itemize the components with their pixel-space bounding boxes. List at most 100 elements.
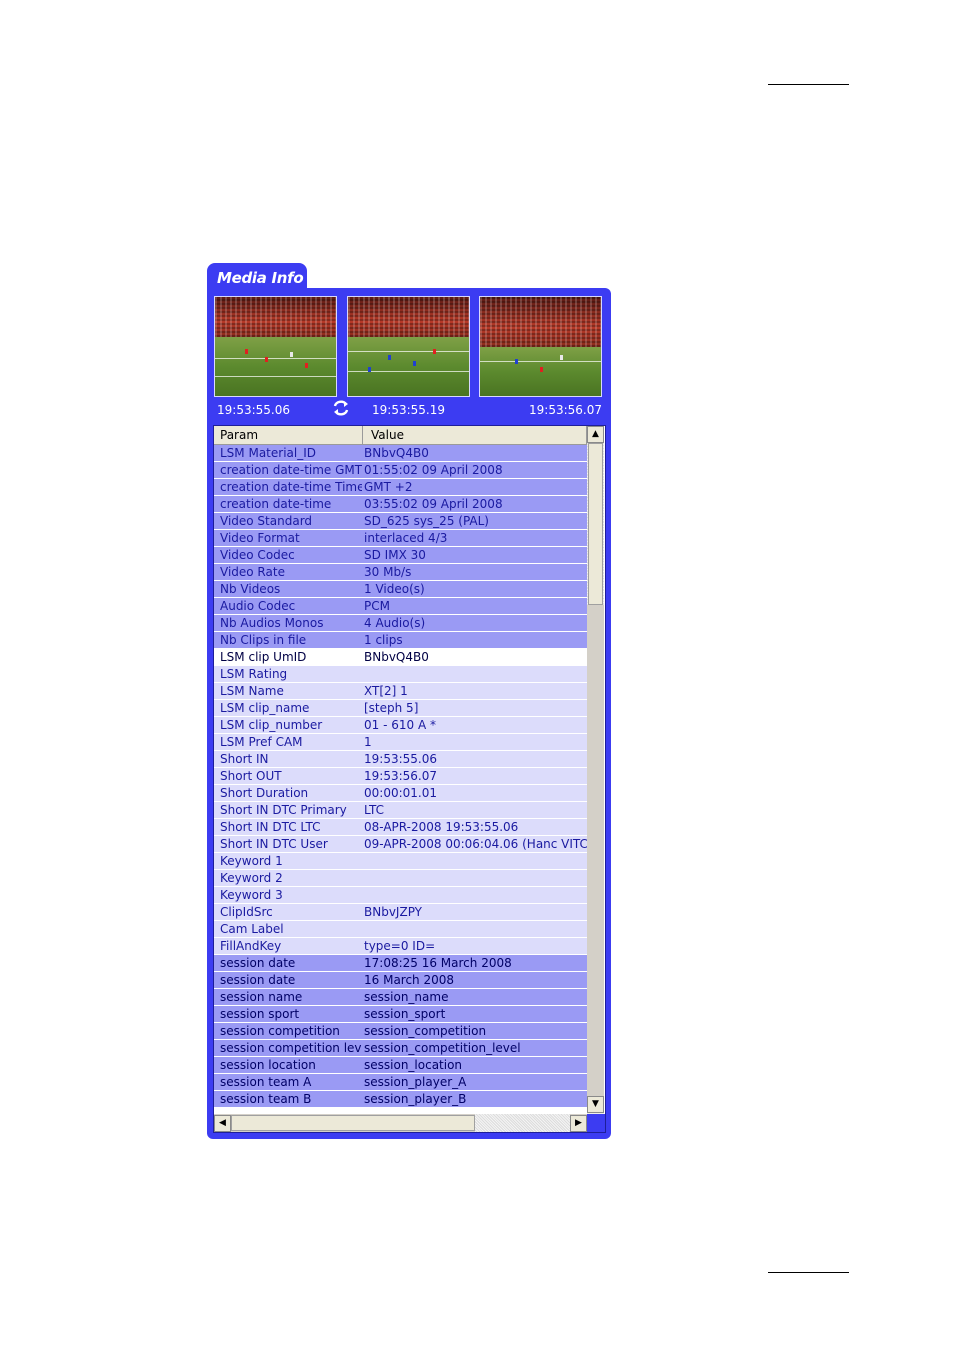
table-row[interactable]: Nb Videos 1 Video(s) xyxy=(214,581,587,598)
table-row[interactable]: LSM Material_ID BNbvQ4B0 xyxy=(214,445,587,462)
param-cell: Video Rate xyxy=(220,565,285,579)
param-cell: Video Codec xyxy=(220,548,295,562)
table-row[interactable]: session date 17:08:25 16 March 2008 xyxy=(214,955,587,972)
value-cell: session_player_B xyxy=(364,1092,467,1106)
param-cell: Nb Audios Monos xyxy=(220,616,324,630)
param-cell: creation date-time xyxy=(220,497,332,511)
table-row[interactable]: LSM clip_number 01 - 610 A * xyxy=(214,717,587,734)
table-row[interactable]: LSM Name XT[2] 1 xyxy=(214,683,587,700)
param-cell: Keyword 2 xyxy=(220,871,283,885)
table-row[interactable]: Audio Codec PCM xyxy=(214,598,587,615)
column-header-value[interactable]: Value xyxy=(363,426,587,444)
param-cell: session competition level xyxy=(220,1041,362,1055)
value-cell: 19:53:56.07 xyxy=(364,769,437,783)
param-cell: LSM Name xyxy=(220,684,284,698)
value-cell: interlaced 4/3 xyxy=(364,531,448,545)
vertical-scroll-thumb[interactable] xyxy=(588,443,603,605)
table-row[interactable]: session team B session_player_B xyxy=(214,1091,587,1108)
table-row[interactable]: Keyword 3 xyxy=(214,887,587,904)
table-row[interactable]: Video Rate 30 Mb/s xyxy=(214,564,587,581)
param-cell: Keyword 3 xyxy=(220,888,283,902)
value-cell: session_competition_level xyxy=(364,1041,521,1055)
value-cell: BNbvQ4B0 xyxy=(364,446,429,460)
value-cell: 03:55:02 09 April 2008 xyxy=(364,497,503,511)
panel-title: Media Info xyxy=(217,269,304,287)
thumbnail-out[interactable] xyxy=(479,296,602,397)
table-row[interactable]: Video Codec SD IMX 30 xyxy=(214,547,587,564)
param-cell: Nb Videos xyxy=(220,582,281,596)
thumbnail-in[interactable] xyxy=(214,296,337,397)
table-row[interactable]: Nb Clips in file 1 clips xyxy=(214,632,587,649)
thumbnail-mid[interactable] xyxy=(347,296,470,397)
value-cell: 19:53:55.06 xyxy=(364,752,437,766)
table-row[interactable]: FillAndKey type=0 ID= xyxy=(214,938,587,955)
table-row[interactable]: ClipIdSrc BNbvJZPY xyxy=(214,904,587,921)
value-cell: LTC xyxy=(364,803,385,817)
value-cell: 08-APR-2008 19:53:55.06 xyxy=(364,820,519,834)
param-cell: Video Standard xyxy=(220,514,313,528)
swap-arrows-icon[interactable] xyxy=(331,399,351,417)
table-row[interactable]: session competition level session_competi… xyxy=(214,1040,587,1057)
value-cell: 1 clips xyxy=(364,633,403,647)
param-cell: session location xyxy=(220,1058,316,1072)
param-cell: creation date-time GMT xyxy=(220,463,362,477)
param-cell: Cam Label xyxy=(220,922,284,936)
table-row[interactable]: Nb Audios Monos 4 Audio(s) xyxy=(214,615,587,632)
value-cell: PCM xyxy=(364,599,390,613)
param-cell: ClipIdSrc xyxy=(220,905,273,919)
param-cell: LSM clip UmID xyxy=(220,650,307,664)
value-cell: BNbvJZPY xyxy=(364,905,422,919)
table-row[interactable]: Video Format interlaced 4/3 xyxy=(214,530,587,547)
scroll-up-arrow-icon[interactable]: ▲ xyxy=(587,426,604,443)
table-row[interactable]: session name session_name xyxy=(214,989,587,1006)
horizontal-scroll-thumb[interactable] xyxy=(231,1115,475,1131)
value-cell: session_name xyxy=(364,990,449,1004)
param-cell: Short IN DTC LTC xyxy=(220,820,321,834)
param-cell: Short Duration xyxy=(220,786,309,800)
table-row[interactable]: Short IN DTC User 09-APR-2008 00:06:04.06… xyxy=(214,836,587,853)
param-cell: session date xyxy=(220,956,296,970)
table-row[interactable]: session location session_location xyxy=(214,1057,587,1074)
param-cell: session date xyxy=(220,973,296,987)
table-row[interactable]: creation date-time GMT 01:55:02 09 April … xyxy=(214,462,587,479)
table-row[interactable]: Short Duration 00:00:01.01 xyxy=(214,785,587,802)
table-row[interactable]: Short IN 19:53:55.06 xyxy=(214,751,587,768)
value-cell: 00:00:01.01 xyxy=(364,786,437,800)
scroll-down-arrow-icon[interactable]: ▼ xyxy=(587,1096,604,1113)
value-cell: 01:55:02 09 April 2008 xyxy=(364,463,503,477)
value-cell: 4 Audio(s) xyxy=(364,616,426,630)
value-cell: [steph 5] xyxy=(364,701,419,715)
table-row[interactable]: LSM clip UmID BNbvQ4B0 xyxy=(214,649,587,666)
table-row[interactable]: Keyword 2 xyxy=(214,870,587,887)
table-row[interactable]: session sport session_sport xyxy=(214,1006,587,1023)
table-row[interactable]: Video Standard SD_625 sys_25 (PAL) xyxy=(214,513,587,530)
timecode-in: 19:53:55.06 xyxy=(217,403,290,417)
param-cell: Audio Codec xyxy=(220,599,296,613)
scroll-right-arrow-icon[interactable]: ▶ xyxy=(570,1115,587,1132)
value-cell: 1 xyxy=(364,735,372,749)
table-row[interactable]: Short IN DTC Primary LTC xyxy=(214,802,587,819)
param-cell: Video Format xyxy=(220,531,300,545)
horizontal-scrollbar[interactable]: ◀ ▶ xyxy=(214,1114,587,1132)
column-header-param[interactable]: Param xyxy=(214,426,363,444)
table-row[interactable]: Cam Label xyxy=(214,921,587,938)
value-cell: session_competition xyxy=(364,1024,487,1038)
table-row[interactable]: Short OUT 19:53:56.07 xyxy=(214,768,587,785)
table-row[interactable]: creation date-time 03:55:02 09 April 2008 xyxy=(214,496,587,513)
table-row[interactable]: Keyword 1 xyxy=(214,853,587,870)
vertical-scrollbar[interactable]: ▲ ▼ xyxy=(587,426,604,1114)
media-info-grid: Param Value LSM Material_ID BNbvQ4B0 creat… xyxy=(213,425,606,1133)
param-cell: LSM clip_name xyxy=(220,701,310,715)
table-row[interactable]: LSM Rating xyxy=(214,666,587,683)
page-header-rule xyxy=(768,84,849,85)
table-row[interactable]: LSM Pref CAM 1 xyxy=(214,734,587,751)
timecode-mid: 19:53:55.19 xyxy=(372,403,445,417)
table-row[interactable]: session date 16 March 2008 xyxy=(214,972,587,989)
scroll-left-arrow-icon[interactable]: ◀ xyxy=(214,1115,231,1132)
value-cell: 30 Mb/s xyxy=(364,565,412,579)
table-row[interactable]: session competition session_competition xyxy=(214,1023,587,1040)
table-row[interactable]: Short IN DTC LTC 08-APR-2008 19:53:55.06 xyxy=(214,819,587,836)
table-row[interactable]: creation date-time Time2 GMT +2 xyxy=(214,479,587,496)
table-row[interactable]: session team A session_player_A xyxy=(214,1074,587,1091)
table-row[interactable]: LSM clip_name [steph 5] xyxy=(214,700,587,717)
